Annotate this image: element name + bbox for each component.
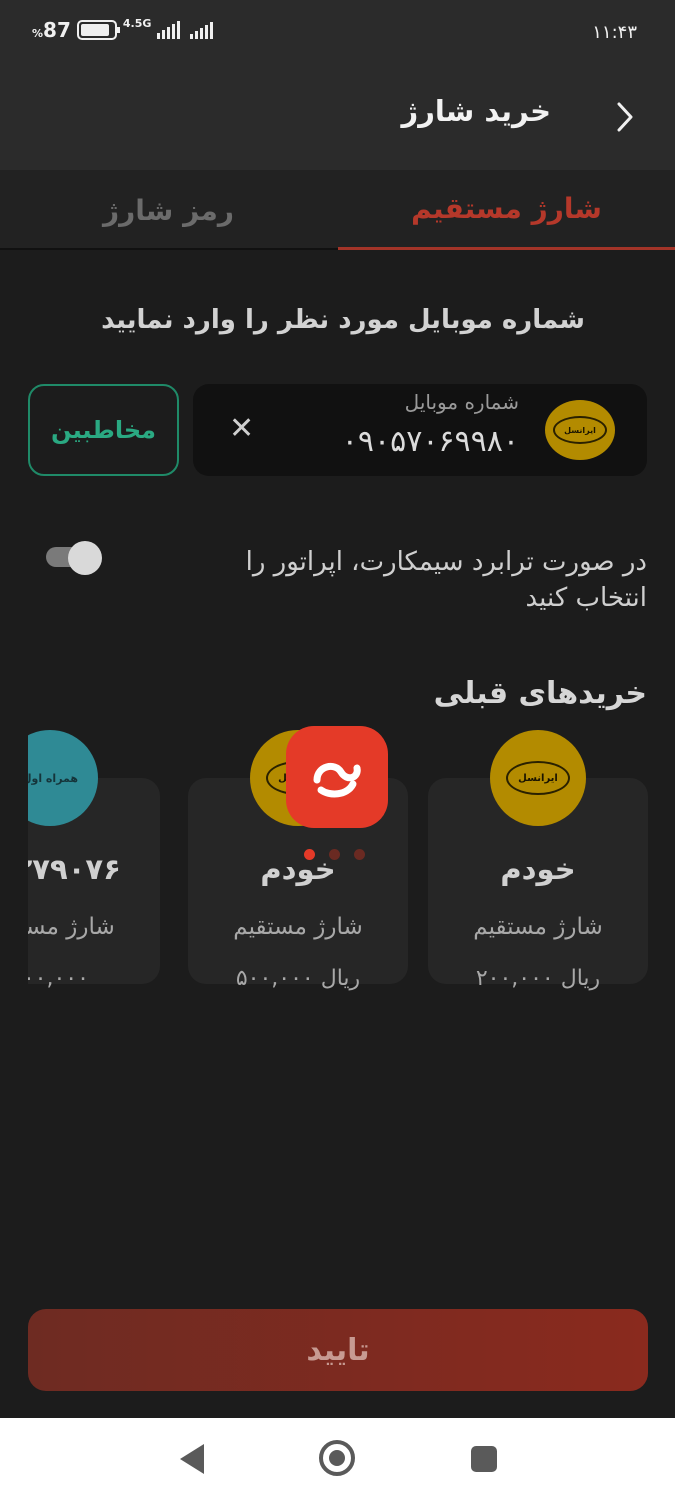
phone-label: شماره موبایل: [404, 390, 519, 414]
previous-purchases-title: خریدهای قبلی: [433, 676, 647, 711]
card-type: شارژ مستقیم: [473, 914, 603, 940]
tab-bar: شارژ مستقیم رمز شارژ: [0, 170, 675, 250]
card-name: خودم: [500, 852, 576, 886]
operator-toggle[interactable]: [46, 541, 102, 575]
contacts-button[interactable]: مخاطبین: [28, 384, 179, 476]
operator-note: در صورت ترابرد سیمکارت، اپراتور را انتخا…: [245, 547, 647, 613]
system-nav-bar: [0, 1418, 675, 1500]
card-amount: ۲۰۰,۰۰۰ ریال: [475, 966, 601, 991]
nav-recent-icon[interactable]: [471, 1446, 497, 1472]
status-left: %87 4.5G: [32, 17, 214, 42]
indicator-dot: [304, 849, 315, 860]
contacts-label: مخاطبین: [51, 416, 156, 444]
card-type: شارژ مستقیم: [233, 914, 363, 940]
confirm-button[interactable]: تایید: [28, 1309, 648, 1391]
tab-direct-charge[interactable]: شارژ مستقیم: [338, 170, 675, 250]
phone-prompt: شماره موبایل مورد نظر را وارد نمایید: [101, 305, 585, 335]
phone-input-box[interactable]: ایرانسل شماره موبایل ۰۹۰۵۷۰۶۹۹۸۰ ✕: [193, 384, 647, 476]
card-name: خودم: [260, 852, 336, 886]
carousel-indicator: [304, 849, 365, 860]
floating-app-badge[interactable]: [286, 726, 388, 828]
indicator-dot: [354, 849, 365, 860]
operator-logo-text: ایرانسل: [553, 416, 607, 444]
card-amount: ۵۰۰,۰۰۰ ریال: [235, 966, 361, 991]
irancell-logo-icon: ایرانسل: [490, 730, 586, 826]
network-type: 4.5G: [122, 17, 152, 30]
card-type: شارژ مستقیم: [28, 914, 115, 940]
operator-logo-text: همراه اول: [28, 771, 79, 785]
indicator-dot: [329, 849, 340, 860]
battery-icon: [76, 20, 120, 40]
status-bar: %87 4.5G ۱۱:۴۳: [0, 0, 675, 64]
irancell-logo-icon[interactable]: ایرانسل: [545, 400, 615, 460]
card-amount: ۲۰۰,۰۰۰: [28, 966, 89, 991]
nav-back-icon[interactable]: [178, 1442, 208, 1476]
purchase-card[interactable]: همراه اول ۹۱۲۷۹۰۷۶ شارژ مستقیم ۲۰۰,۰۰۰: [28, 730, 160, 991]
nav-home-icon[interactable]: [319, 1440, 355, 1476]
hamrah-aval-logo-icon: همراه اول: [28, 730, 98, 826]
swirl-icon: [313, 762, 361, 798]
battery-percent: %87: [32, 18, 71, 42]
signal-icon: [157, 21, 181, 39]
purchase-card[interactable]: ایرانسل خودم شارژ مستقیم ۲۰۰,۰۰۰ ریال: [428, 730, 648, 991]
status-time: ۱۱:۴۳: [592, 22, 637, 43]
confirm-label: تایید: [306, 1332, 370, 1368]
tab-charge-pin[interactable]: رمز شارژ: [0, 170, 337, 250]
operator-logo-text: ایرانسل: [506, 761, 570, 795]
phone-input[interactable]: ۰۹۰۵۷۰۶۹۹۸۰: [342, 424, 519, 459]
chevron-right-icon[interactable]: [611, 100, 639, 134]
toggle-thumb: [68, 541, 102, 575]
card-name: ۹۱۲۷۹۰۷۶: [28, 852, 121, 886]
signal-icon-2: [190, 21, 214, 39]
app-bar: خرید شارژ: [0, 64, 675, 170]
page-title: خرید شارژ: [401, 94, 551, 128]
tab-charge-pin-label: رمز شارژ: [103, 193, 234, 227]
close-icon[interactable]: ✕: [229, 414, 254, 444]
tab-direct-charge-label: شارژ مستقیم: [411, 192, 602, 225]
